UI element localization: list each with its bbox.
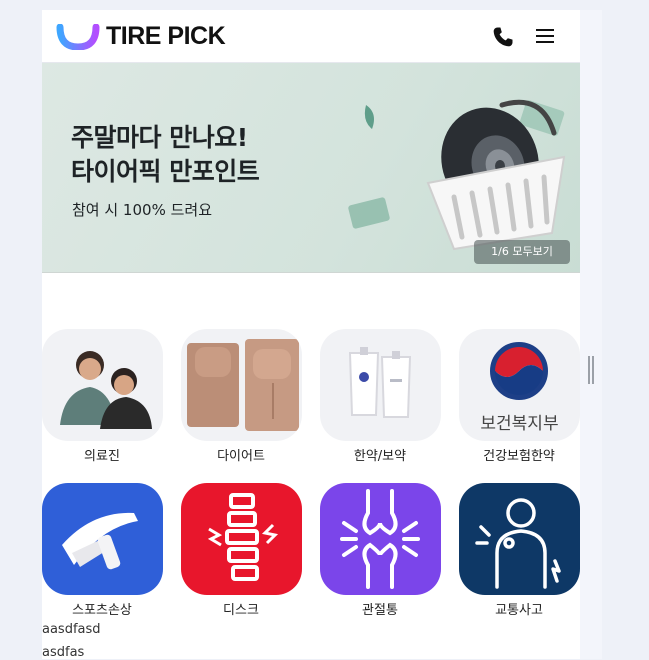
diet-photo-icon	[187, 339, 299, 431]
category-label-health-insurance: 건강보험한약	[483, 449, 555, 464]
banner-counter-button[interactable]: 1/6 모두보기	[474, 240, 570, 264]
banner-title-line1: 주말마다 만나요!	[71, 123, 248, 152]
app-header: TIRE PICK	[42, 10, 580, 63]
brand-name: TIRE PICK	[106, 22, 226, 50]
ministry-logo-text: 보건복지부	[480, 414, 559, 434]
brand-logo-icon	[56, 23, 100, 50]
scrollbar-handle[interactable]	[588, 356, 594, 384]
banner-subtitle: 참여 시 100% 드려요	[72, 201, 212, 219]
category-label-diet: 다이어트	[217, 449, 265, 464]
promo-banner[interactable]: 주말마다 만나요! 타이어픽 만포인트 참여 시 100% 드려요 1/6 모두…	[42, 63, 580, 273]
traffic-accident-icon	[475, 498, 561, 589]
medical-staff-photo-icon	[60, 351, 152, 429]
category-tile-diet[interactable]	[181, 329, 302, 441]
category-tile-sports-injury[interactable]	[42, 483, 163, 595]
category-tile-traffic-accident[interactable]	[459, 483, 580, 595]
footer-text-line2: asdfas	[42, 645, 85, 660]
herbal-medicine-pouch-icon	[348, 347, 412, 418]
banner-title: 주말마다 만나요! 타이어픽 만포인트	[71, 121, 260, 189]
footer-text-line1: aasdfasd	[42, 622, 101, 637]
category-tile-medical-staff[interactable]	[42, 329, 163, 441]
category-label-joint-pain: 관절통	[362, 603, 398, 618]
spine-disc-icon	[207, 493, 279, 581]
hamburger-menu-icon[interactable]	[536, 29, 554, 45]
category-label-herbal-medicine: 한약/보약	[353, 449, 407, 464]
side-strip	[580, 10, 602, 659]
category-label-traffic-accident: 교통사고	[495, 603, 543, 618]
tire-basket-illustration	[348, 99, 566, 251]
category-tile-health-insurance[interactable]: 보건복지부	[459, 329, 580, 441]
category-tile-joint-pain[interactable]	[320, 483, 441, 595]
category-label-disc: 디스크	[223, 603, 259, 618]
joint-pain-icon	[340, 489, 420, 589]
category-label-medical-staff: 의료진	[84, 449, 120, 464]
brand-logo[interactable]: TIRE PICK	[56, 22, 226, 51]
category-tile-disc[interactable]	[181, 483, 302, 595]
banner-title-line2: 타이어픽 만포인트	[71, 157, 260, 186]
phone-icon[interactable]	[491, 25, 515, 49]
sports-injury-icon	[62, 512, 138, 570]
category-label-sports-injury: 스포츠손상	[72, 603, 132, 618]
category-tile-herbal-medicine[interactable]	[320, 329, 441, 441]
